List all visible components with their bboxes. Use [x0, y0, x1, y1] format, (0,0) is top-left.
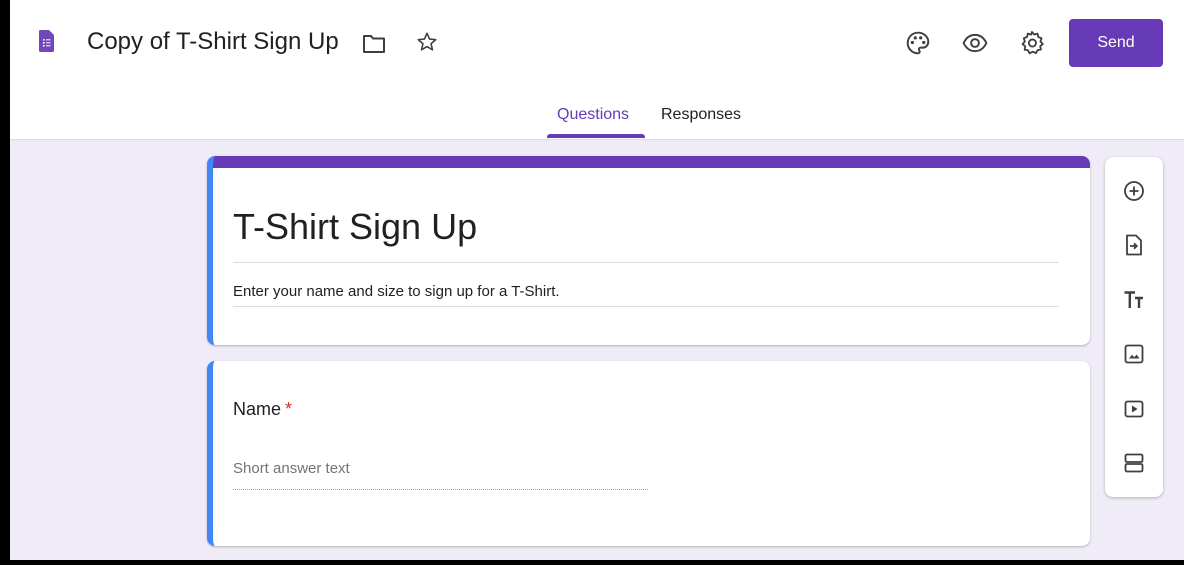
- import-questions-icon[interactable]: [1122, 233, 1146, 257]
- gear-icon[interactable]: [1019, 30, 1045, 56]
- form-title[interactable]: T-Shirt Sign Up: [233, 206, 477, 248]
- short-answer-underline: [233, 489, 648, 490]
- google-forms-logo-icon[interactable]: [39, 30, 54, 52]
- question-title-text: Name: [233, 399, 282, 419]
- question-card[interactable]: Name * Short answer text: [207, 361, 1090, 546]
- required-asterisk: *: [285, 399, 293, 419]
- tab-responses[interactable]: Responses: [661, 106, 741, 124]
- document-title[interactable]: Copy of T-Shirt Sign Up: [87, 28, 339, 56]
- forms-editor-window: Copy of T-Shirt Sign Up Send Questions R…: [10, 0, 1184, 560]
- tab-questions[interactable]: Questions: [557, 106, 629, 124]
- form-title-card[interactable]: T-Shirt Sign Up Enter your name and size…: [207, 156, 1090, 345]
- title-text-icon[interactable]: [1122, 288, 1146, 312]
- section-icon[interactable]: [1122, 451, 1146, 475]
- title-underline: [233, 262, 1059, 263]
- active-tab-indicator: [547, 134, 645, 138]
- top-header: Copy of T-Shirt Sign Up Send Questions R…: [10, 0, 1184, 140]
- form-description[interactable]: Enter your name and size to sign up for …: [233, 283, 560, 300]
- video-icon[interactable]: [1122, 397, 1146, 421]
- theme-color-bar: [213, 156, 1090, 168]
- image-icon[interactable]: [1122, 342, 1146, 366]
- eye-icon[interactable]: [962, 30, 988, 56]
- folder-icon[interactable]: [362, 33, 386, 55]
- star-icon[interactable]: [416, 31, 438, 53]
- question-title[interactable]: Name *: [233, 399, 292, 420]
- question-toolbar: [1105, 157, 1163, 497]
- add-question-icon[interactable]: [1122, 179, 1146, 203]
- palette-icon[interactable]: [905, 30, 931, 56]
- short-answer-placeholder: Short answer text: [233, 460, 350, 477]
- send-button[interactable]: Send: [1069, 19, 1163, 67]
- description-underline: [233, 306, 1059, 307]
